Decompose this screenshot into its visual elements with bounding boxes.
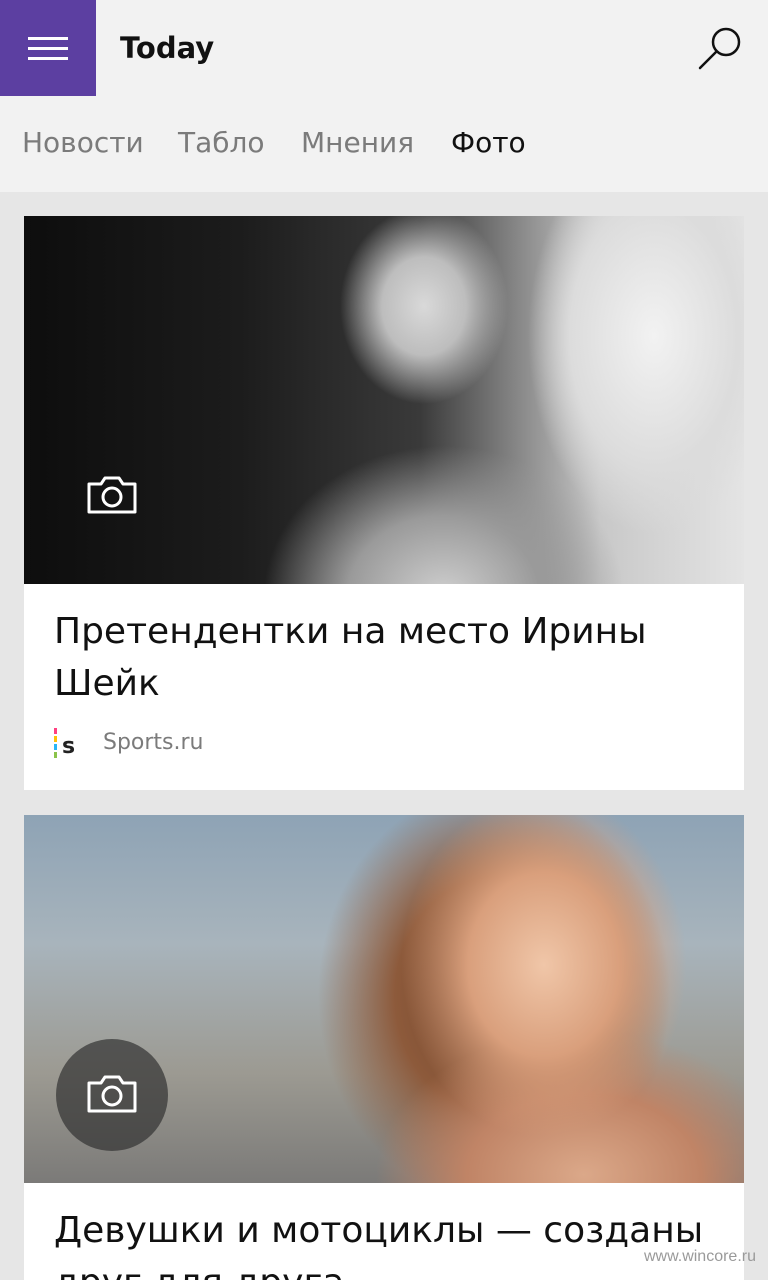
app-bar: Today [0,0,768,96]
tab-foto[interactable]: Фото [451,126,526,160]
camera-icon [87,1075,137,1113]
hamburger-menu-icon-bar [28,57,68,60]
tab-tablo[interactable]: Табло [178,126,265,160]
search-icon [698,27,741,70]
card-source: Sports.ru [103,730,204,755]
sports-ru-logo: s [54,728,75,758]
card-photo [24,216,744,584]
card-photo [24,815,744,1183]
menu-button[interactable] [0,0,96,96]
hamburger-menu-icon-bar [28,47,68,50]
card-title: Претендентки на место Ирины Шейк [54,611,647,704]
news-card[interactable]: Претендентки на место Ирины Шейк s Sport… [24,216,744,790]
app-title: Today [120,31,215,65]
pivot-tabs: Новости Табло Мнения Фото [0,96,768,192]
search-button[interactable] [696,24,744,72]
tab-novosti[interactable]: Новости [22,126,144,160]
card-title: Девушки и мотоциклы — созданы друг для д… [54,1210,704,1280]
camera-icon [87,476,137,514]
hamburger-menu-icon [28,37,68,40]
news-card[interactable]: Девушки и мотоциклы — созданы друг для д… [24,815,744,1280]
watermark: www.wincore.ru [643,1248,756,1265]
tab-mneniya[interactable]: Мнения [301,126,414,160]
svg-text:s: s [62,734,75,758]
